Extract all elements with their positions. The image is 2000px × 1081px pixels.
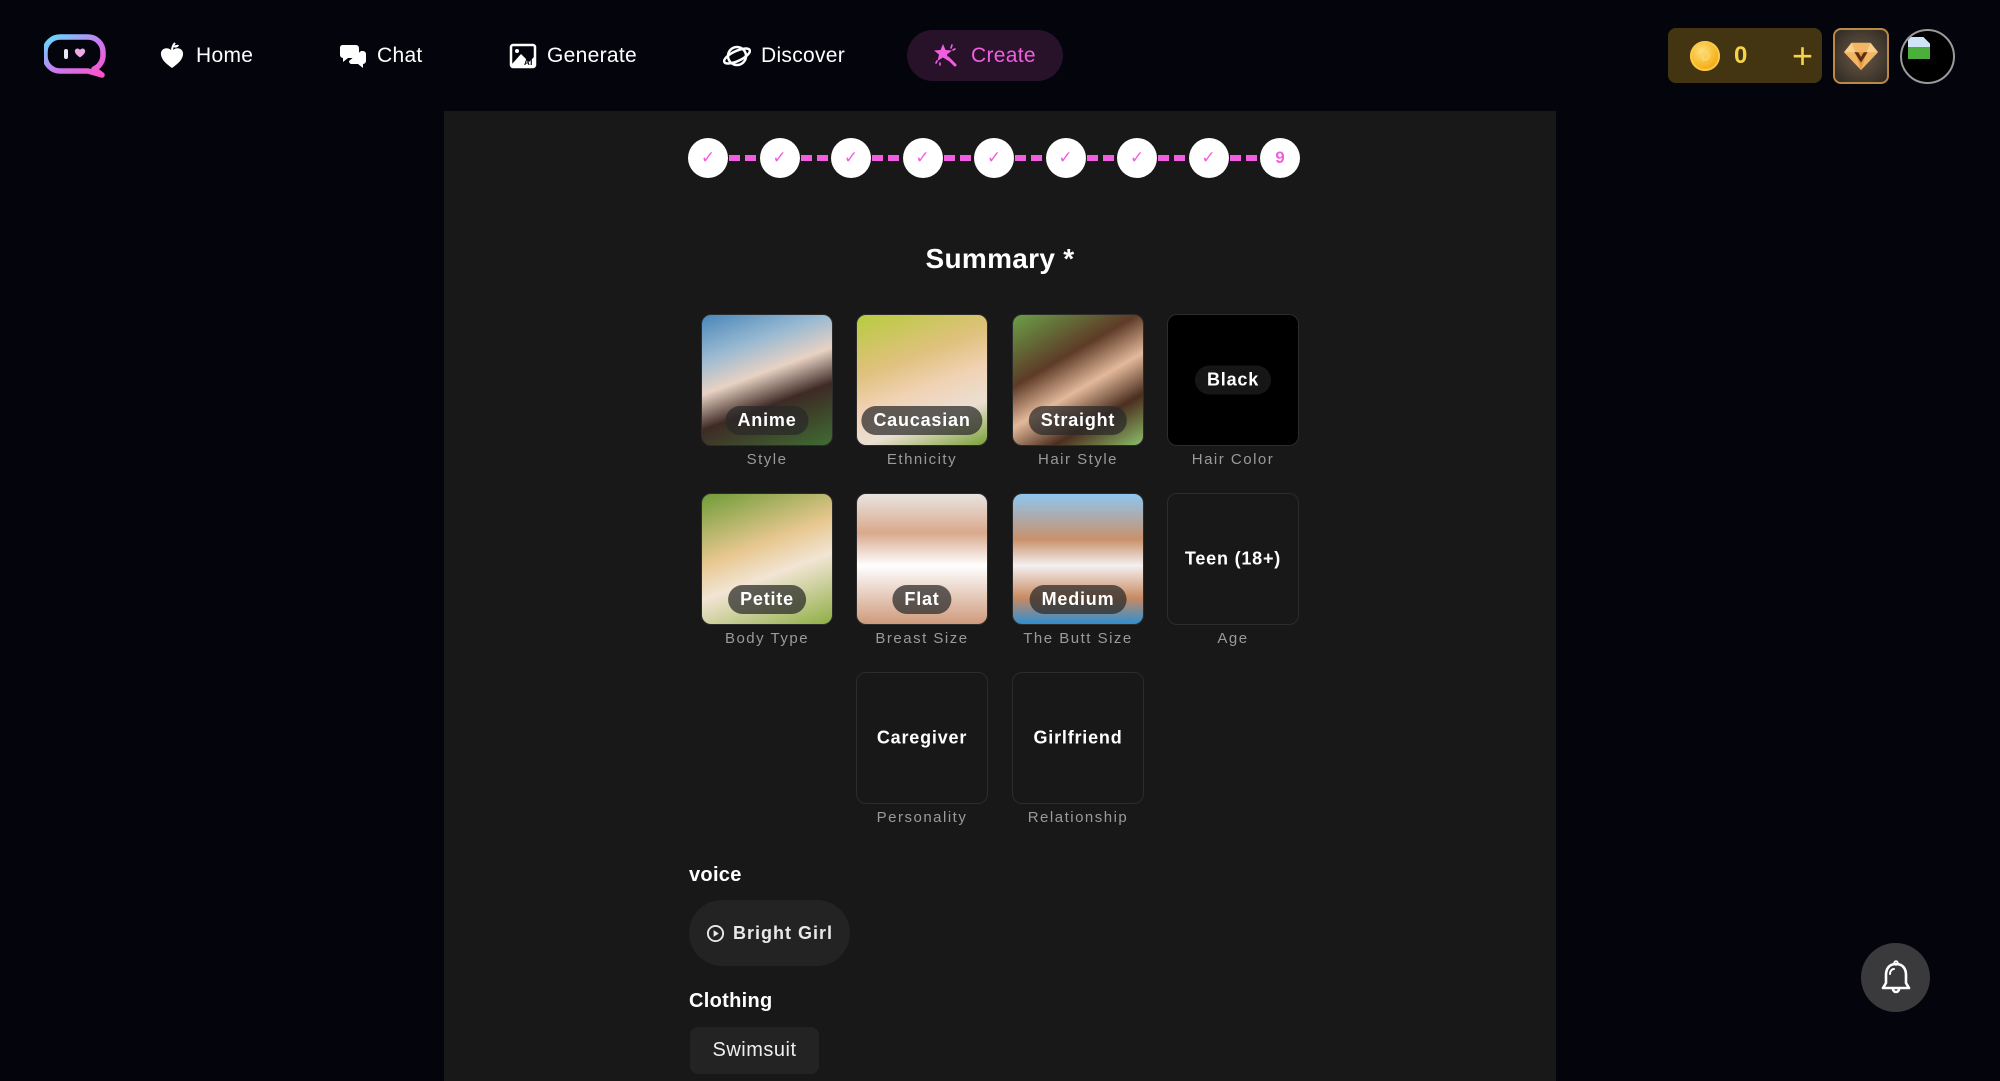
step-connector — [800, 155, 832, 161]
card-label: The Butt Size — [1023, 630, 1133, 647]
ai-image-icon: AI — [509, 43, 537, 69]
nav-home[interactable]: Home — [158, 36, 253, 76]
summary-card-ethnicity[interactable]: Caucasian — [856, 314, 988, 446]
top-header: Home Chat AI Generate Discover Create 0 … — [0, 0, 2000, 111]
magic-wand-icon — [934, 43, 957, 66]
summary-card-breast-size[interactable]: Flat — [856, 493, 988, 625]
step-connector — [1158, 155, 1189, 161]
broken-image-icon — [1908, 37, 1930, 59]
nav-discover[interactable]: Discover — [723, 36, 845, 76]
card-label: Hair Style — [1037, 451, 1119, 468]
card-value: Flat — [892, 585, 952, 614]
nav-create-label: Create — [971, 43, 1036, 67]
voice-preview-button[interactable]: Bright Girl — [689, 900, 850, 966]
step-complete[interactable]: ✓ — [831, 138, 871, 178]
step-connector — [729, 155, 760, 161]
vip-diamond-icon — [1844, 42, 1878, 71]
card-value: Girlfriend — [1033, 727, 1123, 748]
voice-label: voice — [689, 864, 742, 886]
coin-icon — [1690, 40, 1720, 71]
summary-card-the-butt-size[interactable]: Medium — [1012, 493, 1144, 625]
card-value: Petite — [728, 585, 806, 614]
progress-stepper: ✓ ✓ ✓ ✓ ✓ ✓ ✓ ✓ 9 — [688, 138, 1302, 178]
notification-button[interactable] — [1861, 943, 1930, 1012]
card-label: Hair Color — [1191, 451, 1275, 468]
coin-count: 0 — [1734, 41, 1748, 69]
summary-card-personality[interactable]: Caregiver — [856, 672, 988, 804]
play-circle-icon — [706, 924, 725, 942]
chat-bubbles-icon — [339, 45, 366, 68]
nav-discover-label: Discover — [761, 44, 846, 67]
card-value: Teen (18+) — [1184, 548, 1282, 569]
nav-chat-label: Chat — [377, 44, 423, 67]
card-label: Breast Size — [875, 630, 969, 647]
card-value: Anime — [725, 406, 809, 435]
clothing-label: Clothing — [689, 990, 773, 1012]
step-complete[interactable]: ✓ — [974, 138, 1014, 178]
card-label: Age — [1217, 630, 1249, 647]
summary-card-age[interactable]: Teen (18+) — [1167, 493, 1299, 625]
step-connector — [1015, 155, 1046, 161]
user-avatar[interactable] — [1900, 29, 1955, 84]
planet-icon — [723, 45, 751, 67]
step-complete[interactable]: ✓ — [1045, 138, 1086, 178]
card-label: Style — [746, 451, 788, 468]
vip-button[interactable] — [1833, 28, 1889, 84]
step-connector — [943, 155, 975, 161]
clothing-chip[interactable]: Swimsuit — [690, 1027, 819, 1074]
nav-home-label: Home — [196, 44, 254, 67]
nav-create[interactable]: Create — [907, 30, 1063, 81]
card-label: Body Type — [724, 630, 810, 647]
step-complete[interactable]: ✓ — [688, 138, 728, 178]
nav-generate-label: Generate — [547, 44, 637, 67]
summary-title: Summary * — [925, 243, 1075, 274]
nav-generate[interactable]: AI Generate — [509, 36, 637, 76]
voice-value: Bright Girl — [733, 922, 833, 943]
step-complete[interactable]: ✓ — [759, 138, 800, 178]
summary-card-hair-color[interactable]: Black — [1167, 314, 1299, 446]
step-complete[interactable]: ✓ — [1117, 138, 1157, 178]
card-value: Medium — [1029, 585, 1127, 614]
add-coins-button[interactable]: + — [1792, 37, 1813, 74]
heart-apple-icon — [160, 42, 184, 68]
bell-icon — [1881, 959, 1910, 993]
card-value: Black — [1194, 365, 1272, 395]
step-complete[interactable]: ✓ — [1188, 138, 1229, 178]
card-value: Caucasian — [861, 406, 983, 435]
summary-card-body-type[interactable]: Petite — [701, 493, 833, 625]
summary-card-relationship[interactable]: Girlfriend — [1012, 672, 1144, 804]
step-complete[interactable]: ✓ — [902, 138, 943, 178]
card-label: Ethnicity — [886, 451, 958, 468]
card-value: Caregiver — [876, 727, 968, 748]
card-label: Personality — [876, 809, 968, 826]
nav-chat[interactable]: Chat — [339, 36, 423, 76]
step-connector — [1086, 155, 1118, 161]
coin-balance[interactable]: 0 + — [1668, 28, 1822, 83]
svg-text:AI: AI — [524, 58, 533, 67]
step-connector — [1229, 155, 1261, 161]
step-connector — [872, 155, 903, 161]
app-logo[interactable] — [42, 33, 106, 79]
card-label: Relationship — [1027, 809, 1129, 826]
card-value: Straight — [1028, 406, 1128, 435]
summary-card-hair-style[interactable]: Straight — [1012, 314, 1144, 446]
step-current[interactable]: 9 — [1260, 138, 1300, 178]
summary-card-style[interactable]: Anime — [701, 314, 833, 446]
